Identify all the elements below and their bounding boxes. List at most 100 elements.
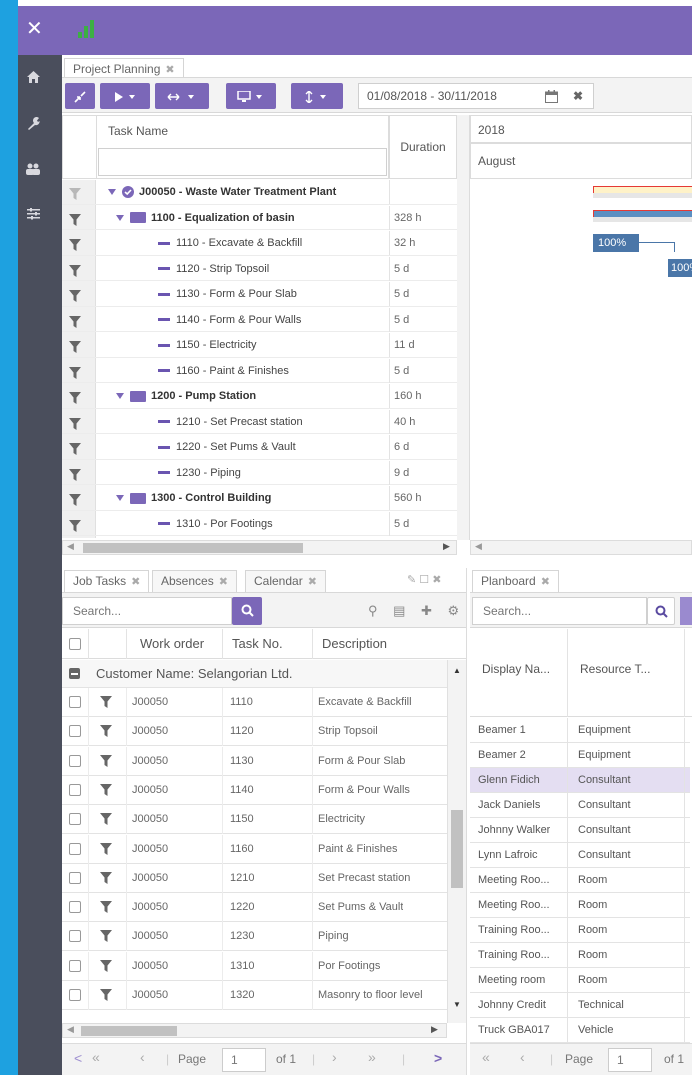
users-icon[interactable] <box>18 163 48 178</box>
timeline-scroll-left-icon[interactable]: ◀ <box>475 541 482 552</box>
col-task-no[interactable]: Task No. <box>232 636 283 651</box>
search-button[interactable] <box>232 597 262 625</box>
next-page-icon[interactable]: › <box>332 1049 337 1065</box>
prev-page-icon[interactable]: ‹ <box>140 1049 145 1065</box>
task-row[interactable]: 1110 - Excavate & Backfill 32 h <box>62 231 457 256</box>
arrows-dropdown-button[interactable] <box>155 83 209 109</box>
filter-icon[interactable] <box>100 842 112 858</box>
first-page-icon[interactable]: < <box>74 1050 82 1066</box>
job-task-row[interactable]: J00050 1210 Set Precast station <box>62 863 447 893</box>
home-icon[interactable] <box>18 71 48 86</box>
task-row[interactable]: 1140 - Form & Pour Walls 5 d <box>62 307 457 332</box>
tab-job-tasks[interactable]: Job Tasks ✖ <box>64 570 150 592</box>
prev-block-icon[interactable]: « <box>92 1049 100 1065</box>
scroll-up-icon[interactable]: ▲ <box>453 666 461 675</box>
expand-caret-icon[interactable] <box>116 495 124 502</box>
calendar-icon[interactable] <box>545 84 558 108</box>
task-row[interactable]: 1300 - Control Building 560 h <box>62 486 457 511</box>
task-row[interactable]: 1160 - Paint & Finishes 5 d <box>62 358 457 383</box>
job-task-row[interactable]: J00050 1130 Form & Pour Slab <box>62 746 447 776</box>
filter-icon[interactable] <box>69 338 83 353</box>
resource-row[interactable]: Jack Daniels Consultant <box>470 793 690 818</box>
filter-icon[interactable] <box>100 989 112 1004</box>
close-tab-icon[interactable]: ✖ <box>219 576 228 588</box>
filter-icon[interactable] <box>69 491 83 506</box>
task-row[interactable]: 1310 - Por Footings 5 d <box>62 511 457 536</box>
wrench-icon[interactable] <box>18 116 48 133</box>
next-block-icon[interactable]: » <box>368 1049 376 1065</box>
timeline-hscrollbar[interactable]: ◀ <box>470 540 692 555</box>
resource-row[interactable]: Meeting Roo... Room <box>470 868 690 893</box>
job-task-row[interactable]: J00050 1150 Electricity <box>62 805 447 835</box>
row-checkbox[interactable] <box>69 783 81 796</box>
task-name-filter-input[interactable] <box>98 148 387 176</box>
close-tab-icon[interactable]: ✖ <box>308 576 317 588</box>
col-resource-type[interactable]: Resource T... <box>580 662 650 676</box>
filter-icon[interactable] <box>100 725 112 740</box>
scroll-right-icon[interactable]: ▶ <box>443 541 450 552</box>
expand-caret-icon[interactable] <box>108 189 116 196</box>
tab-absences[interactable]: Absences ✖ <box>152 570 237 592</box>
resource-row[interactable]: Training Roo... Room <box>470 943 690 968</box>
job-task-row[interactable]: J00050 1110 Excavate & Backfill <box>62 688 447 717</box>
planboard-search-input[interactable] <box>472 597 647 625</box>
collapse-group-icon[interactable] <box>69 668 80 679</box>
hscroll-left-icon[interactable]: ◀ <box>67 1024 74 1035</box>
task-bar-1120[interactable]: 100% <box>668 259 692 277</box>
row-checkbox[interactable] <box>69 754 81 767</box>
resource-row[interactable]: Beamer 1 Equipment <box>470 718 690 743</box>
task-row[interactable]: 1130 - Form & Pour Slab 5 d <box>62 282 457 307</box>
filter-icon[interactable] <box>69 211 83 226</box>
filter-icon[interactable] <box>69 313 83 328</box>
panel-window-icons[interactable]: ✎ ☐ ✖ <box>407 573 441 586</box>
resource-row[interactable]: Beamer 2 Equipment <box>470 743 690 768</box>
task-row[interactable]: 1120 - Strip Topsoil 5 d <box>62 256 457 281</box>
row-checkbox[interactable] <box>69 989 81 1001</box>
col-work-order[interactable]: Work order <box>140 636 204 651</box>
last-page-icon[interactable]: > <box>434 1050 442 1066</box>
vertical-arrows-dropdown-button[interactable] <box>291 83 343 109</box>
filter-icon[interactable] <box>100 696 112 711</box>
filter-icon[interactable] <box>69 466 83 481</box>
planboard-page-input[interactable] <box>608 1048 652 1072</box>
row-checkbox[interactable] <box>69 696 81 708</box>
filter-icon[interactable] <box>69 185 83 200</box>
job-tasks-search-input[interactable] <box>62 597 232 625</box>
task-row[interactable]: 1220 - Set Pums & Vault 6 d <box>62 435 457 460</box>
job-task-row[interactable]: J00050 1230 Piping <box>62 922 447 952</box>
close-icon[interactable]: ✕ <box>26 17 43 41</box>
close-tab-icon[interactable]: ✖ <box>131 576 140 588</box>
scroll-left-icon[interactable]: ◀ <box>67 541 74 552</box>
task-row[interactable]: J00050 - Waste Water Treatment Plant <box>62 180 457 205</box>
resource-row[interactable]: Meeting room Room <box>470 968 690 993</box>
prev-page-icon[interactable]: ‹ <box>520 1049 525 1065</box>
resource-row[interactable]: Lynn Lafroic Consultant <box>470 843 690 868</box>
job-task-row[interactable]: J00050 1160 Paint & Finishes <box>62 834 447 864</box>
grid-hscrollbar[interactable]: ◀ ▶ <box>62 540 457 555</box>
task-row[interactable]: 1230 - Piping 9 d <box>62 460 457 485</box>
job-task-row[interactable]: J00050 1320 Masonry to floor level <box>62 981 447 1010</box>
filter-icon[interactable] <box>69 517 83 532</box>
resource-row[interactable]: Training Roo... Room <box>470 918 690 943</box>
select-all-checkbox[interactable] <box>69 638 81 650</box>
resource-row[interactable]: Meeting Roo... Room <box>470 893 690 918</box>
row-checkbox[interactable] <box>69 930 81 943</box>
grid-hscroll-thumb[interactable] <box>83 543 303 553</box>
filter-icon[interactable] <box>69 262 83 277</box>
resource-row[interactable]: Johnny Walker Consultant <box>470 818 690 843</box>
job-tasks-hscrollbar[interactable]: ◀ ▶ <box>62 1023 447 1038</box>
monitor-dropdown-button[interactable] <box>226 83 276 109</box>
resource-row[interactable]: Glenn Fidich Consultant <box>470 768 690 793</box>
resource-row[interactable]: Johnny Credit Technical <box>470 993 690 1018</box>
close-tab-icon[interactable]: ✖ <box>541 576 550 588</box>
filter-icon[interactable] <box>100 930 112 945</box>
date-range-field[interactable]: 01/08/2018 - 30/11/2018 ✖ <box>358 83 594 109</box>
job-task-row[interactable]: J00050 1310 Por Footings <box>62 951 447 981</box>
hscroll-right-icon[interactable]: ▶ <box>431 1024 438 1035</box>
toolbar-icons[interactable]: ⚲ ▤ ✚ ⚙ <box>368 603 465 619</box>
filter-icon[interactable] <box>69 389 83 404</box>
filter-icon[interactable] <box>100 783 112 799</box>
job-task-row[interactable]: J00050 1140 Form & Pour Walls <box>62 775 447 805</box>
row-checkbox[interactable] <box>69 871 81 884</box>
group-row[interactable]: Customer Name: Selangorian Ltd. <box>62 660 466 688</box>
